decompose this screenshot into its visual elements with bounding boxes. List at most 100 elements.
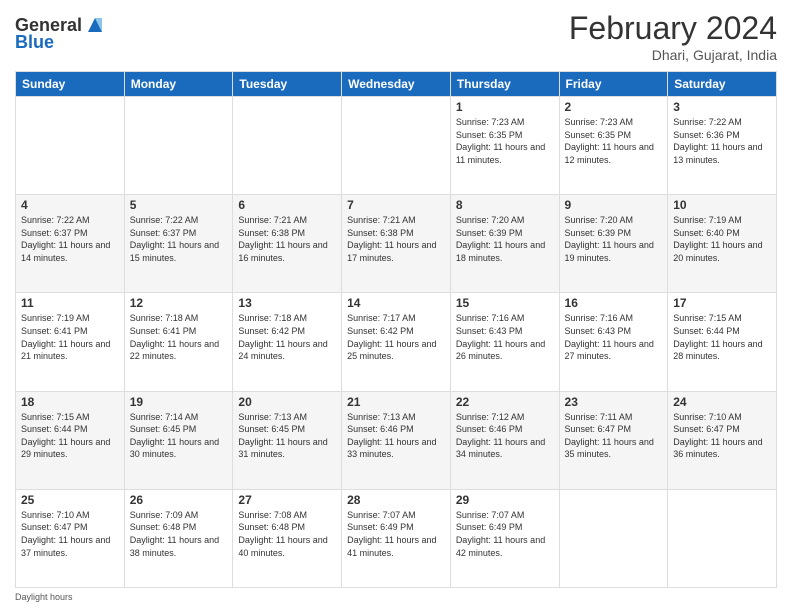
calendar-cell: [233, 97, 342, 195]
day-number: 28: [347, 493, 445, 507]
day-number: 15: [456, 296, 554, 310]
day-info: Sunrise: 7:13 AMSunset: 6:46 PMDaylight:…: [347, 411, 445, 461]
calendar-cell: 22Sunrise: 7:12 AMSunset: 6:46 PMDayligh…: [450, 391, 559, 489]
day-info: Sunrise: 7:07 AMSunset: 6:49 PMDaylight:…: [456, 509, 554, 559]
calendar-cell: 19 Sunrise: 7:14 AMSunset: 6:45 PMDayligh…: [124, 391, 233, 489]
col-header-thursday: Thursday: [450, 72, 559, 97]
day-info: Sunrise: 7:21 AMSunset: 6:38 PMDaylight:…: [238, 214, 336, 264]
day-number: 27: [238, 493, 336, 507]
col-header-friday: Friday: [559, 72, 668, 97]
day-info: Sunrise: 7:20 AMSunset: 6:39 PMDaylight:…: [565, 214, 663, 264]
calendar-cell: 21 Sunrise: 7:13 AMSunset: 6:46 PMDayligh…: [342, 391, 451, 489]
calendar-cell: 18 Sunrise: 7:15 AMSunset: 6:44 PMDayligh…: [16, 391, 125, 489]
calendar-cell: 9Sunrise: 7:20 AMSunset: 6:39 PMDaylight…: [559, 195, 668, 293]
day-number: 24: [673, 395, 771, 409]
calendar-header-row: SundayMondayTuesdayWednesdayThursdayFrid…: [16, 72, 777, 97]
logo-blue-text: Blue: [15, 32, 54, 53]
calendar-week-row: 11 Sunrise: 7:19 AMSunset: 6:41 PMDayligh…: [16, 293, 777, 391]
calendar-cell: 29 Sunrise: 7:07 AMSunset: 6:49 PMDayligh…: [450, 489, 559, 587]
day-info: Sunrise: 7:08 AMSunset: 6:48 PMDaylight:…: [238, 509, 336, 559]
day-info: Sunrise: 7:22 AMSunset: 6:37 PMDaylight:…: [130, 214, 228, 264]
calendar-cell: [16, 97, 125, 195]
col-header-tuesday: Tuesday: [233, 72, 342, 97]
day-info: Sunrise: 7:19 AMSunset: 6:41 PMDaylight:…: [21, 312, 119, 362]
calendar-table: SundayMondayTuesdayWednesdayThursdayFrid…: [15, 71, 777, 588]
page: General Blue February 2024 Dhari, Gujara…: [0, 0, 792, 612]
day-info: Sunrise: 7:13 AMSunset: 6:45 PMDaylight:…: [238, 411, 336, 461]
calendar-cell: 27 Sunrise: 7:08 AMSunset: 6:48 PMDayligh…: [233, 489, 342, 587]
day-info: Sunrise: 7:18 AMSunset: 6:41 PMDaylight:…: [130, 312, 228, 362]
calendar-week-row: 18 Sunrise: 7:15 AMSunset: 6:44 PMDayligh…: [16, 391, 777, 489]
calendar-cell: 12Sunrise: 7:18 AMSunset: 6:41 PMDayligh…: [124, 293, 233, 391]
day-number: 16: [565, 296, 663, 310]
day-number: 5: [130, 198, 228, 212]
calendar-cell: 3Sunrise: 7:22 AMSunset: 6:36 PMDaylight…: [668, 97, 777, 195]
calendar-cell: 23 Sunrise: 7:11 AMSunset: 6:47 PMDayligh…: [559, 391, 668, 489]
day-number: 29: [456, 493, 554, 507]
day-info: Sunrise: 7:19 AMSunset: 6:40 PMDaylight:…: [673, 214, 771, 264]
calendar-cell: [124, 97, 233, 195]
day-info: Sunrise: 7:11 AMSunset: 6:47 PMDaylight:…: [565, 411, 663, 461]
day-number: 2: [565, 100, 663, 114]
col-header-sunday: Sunday: [16, 72, 125, 97]
calendar-cell: 5 Sunrise: 7:22 AMSunset: 6:37 PMDaylight…: [124, 195, 233, 293]
logo: General Blue: [15, 14, 106, 53]
col-header-saturday: Saturday: [668, 72, 777, 97]
day-number: 23: [565, 395, 663, 409]
day-number: 6: [238, 198, 336, 212]
calendar-cell: 10 Sunrise: 7:19 AMSunset: 6:40 PMDayligh…: [668, 195, 777, 293]
day-number: 22: [456, 395, 554, 409]
calendar-cell: 8Sunrise: 7:20 AMSunset: 6:39 PMDaylight…: [450, 195, 559, 293]
day-info: Sunrise: 7:15 AMSunset: 6:44 PMDaylight:…: [21, 411, 119, 461]
day-info: Sunrise: 7:16 AMSunset: 6:43 PMDaylight:…: [456, 312, 554, 362]
day-number: 1: [456, 100, 554, 114]
calendar-cell: 1 Sunrise: 7:23 AMSunset: 6:35 PMDaylight…: [450, 97, 559, 195]
calendar-cell: 26Sunrise: 7:09 AMSunset: 6:48 PMDayligh…: [124, 489, 233, 587]
calendar-week-row: 1 Sunrise: 7:23 AMSunset: 6:35 PMDaylight…: [16, 97, 777, 195]
day-number: 13: [238, 296, 336, 310]
calendar-cell: 28 Sunrise: 7:07 AMSunset: 6:49 PMDayligh…: [342, 489, 451, 587]
day-number: 19: [130, 395, 228, 409]
location-text: Dhari, Gujarat, India: [569, 47, 777, 63]
day-info: Sunrise: 7:07 AMSunset: 6:49 PMDaylight:…: [347, 509, 445, 559]
day-info: Sunrise: 7:15 AMSunset: 6:44 PMDaylight:…: [673, 312, 771, 362]
day-info: Sunrise: 7:21 AMSunset: 6:38 PMDaylight:…: [347, 214, 445, 264]
day-info: Sunrise: 7:22 AMSunset: 6:36 PMDaylight:…: [673, 116, 771, 166]
day-number: 11: [21, 296, 119, 310]
calendar-cell: 14Sunrise: 7:17 AMSunset: 6:42 PMDayligh…: [342, 293, 451, 391]
calendar-cell: 24Sunrise: 7:10 AMSunset: 6:47 PMDayligh…: [668, 391, 777, 489]
day-info: Sunrise: 7:22 AMSunset: 6:37 PMDaylight:…: [21, 214, 119, 264]
daylight-label: Daylight hours: [15, 592, 73, 602]
month-year-title: February 2024: [569, 10, 777, 47]
title-area: February 2024 Dhari, Gujarat, India: [569, 10, 777, 63]
calendar-cell: [342, 97, 451, 195]
day-number: 18: [21, 395, 119, 409]
day-info: Sunrise: 7:23 AMSunset: 6:35 PMDaylight:…: [456, 116, 554, 166]
day-number: 21: [347, 395, 445, 409]
calendar-cell: 16 Sunrise: 7:16 AMSunset: 6:43 PMDayligh…: [559, 293, 668, 391]
calendar-cell: [559, 489, 668, 587]
calendar-cell: 25 Sunrise: 7:10 AMSunset: 6:47 PMDayligh…: [16, 489, 125, 587]
calendar-week-row: 4 Sunrise: 7:22 AMSunset: 6:37 PMDaylight…: [16, 195, 777, 293]
day-info: Sunrise: 7:16 AMSunset: 6:43 PMDaylight:…: [565, 312, 663, 362]
calendar-cell: 17 Sunrise: 7:15 AMSunset: 6:44 PMDayligh…: [668, 293, 777, 391]
calendar-cell: 6 Sunrise: 7:21 AMSunset: 6:38 PMDaylight…: [233, 195, 342, 293]
header: General Blue February 2024 Dhari, Gujara…: [15, 10, 777, 63]
calendar-cell: 20 Sunrise: 7:13 AMSunset: 6:45 PMDayligh…: [233, 391, 342, 489]
day-info: Sunrise: 7:14 AMSunset: 6:45 PMDaylight:…: [130, 411, 228, 461]
calendar-cell: 15 Sunrise: 7:16 AMSunset: 6:43 PMDayligh…: [450, 293, 559, 391]
day-number: 10: [673, 198, 771, 212]
calendar-week-row: 25 Sunrise: 7:10 AMSunset: 6:47 PMDayligh…: [16, 489, 777, 587]
day-number: 25: [21, 493, 119, 507]
col-header-wednesday: Wednesday: [342, 72, 451, 97]
day-number: 4: [21, 198, 119, 212]
day-info: Sunrise: 7:09 AMSunset: 6:48 PMDaylight:…: [130, 509, 228, 559]
day-info: Sunrise: 7:18 AMSunset: 6:42 PMDaylight:…: [238, 312, 336, 362]
footer: Daylight hours: [15, 592, 777, 602]
day-info: Sunrise: 7:23 AMSunset: 6:35 PMDaylight:…: [565, 116, 663, 166]
day-number: 20: [238, 395, 336, 409]
calendar-cell: 2 Sunrise: 7:23 AMSunset: 6:35 PMDaylight…: [559, 97, 668, 195]
day-number: 17: [673, 296, 771, 310]
calendar-cell: 4 Sunrise: 7:22 AMSunset: 6:37 PMDaylight…: [16, 195, 125, 293]
day-info: Sunrise: 7:10 AMSunset: 6:47 PMDaylight:…: [21, 509, 119, 559]
